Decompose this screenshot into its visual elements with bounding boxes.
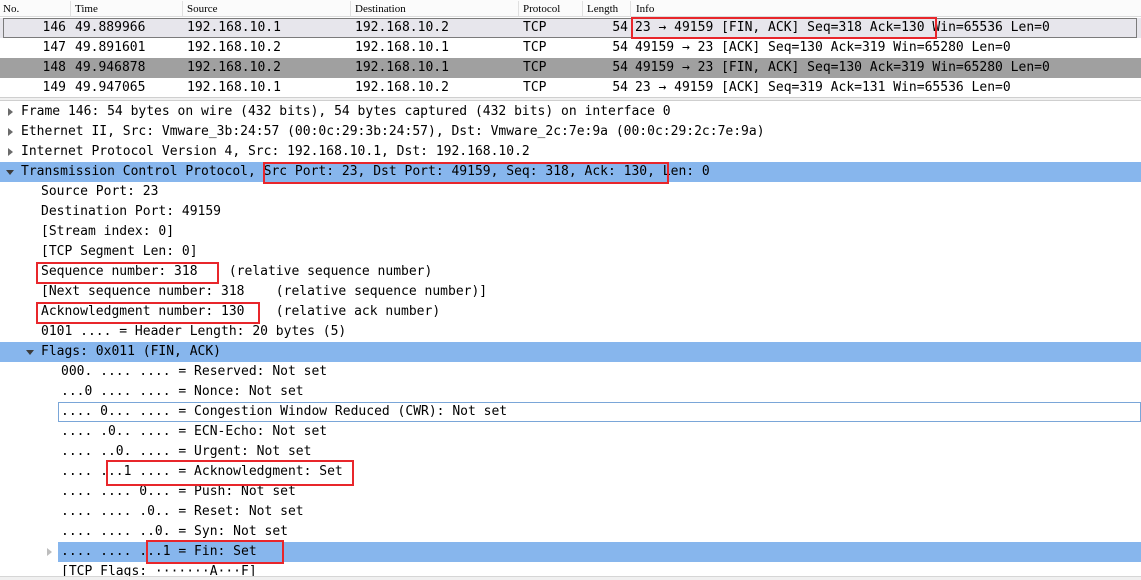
packet-destination: 192.168.10.2 [355, 80, 449, 95]
column-header-source[interactable]: Source [187, 3, 218, 15]
expand-arrow-icon[interactable] [47, 548, 52, 556]
tree-item-flag-syn[interactable]: .... .... ..0. = Syn: Not set [0, 522, 1141, 542]
tree-item-flag-cwr[interactable]: .... 0... .... = Congestion Window Reduc… [0, 402, 1141, 422]
tree-item-source-port[interactable]: Source Port: 23 [0, 182, 1141, 202]
column-header-length[interactable]: Length [587, 3, 618, 15]
tree-item-label: 0101 .... = Header Length: 20 bytes (5) [41, 324, 347, 339]
tree-item-label: [TCP Segment Len: 0] [41, 244, 198, 259]
tree-item-label: .... .... .0.. = Reset: Not set [61, 504, 304, 519]
packet-list-header: No. Time Source Destination Protocol Len… [0, 0, 1141, 17]
tree-item-label: .... .... 0... = Push: Not set [61, 484, 296, 499]
packet-length: 54 [612, 20, 628, 35]
tree-item-frame[interactable]: Frame 146: 54 bytes on wire (432 bits), … [0, 102, 1141, 122]
horizontal-scrollbar[interactable] [0, 576, 1141, 580]
packet-protocol: TCP [523, 20, 547, 35]
expand-arrow-icon[interactable] [8, 148, 13, 156]
tree-item-label: [Stream index: 0] [41, 224, 175, 239]
tree-item-label: Internet Protocol Version 4, Src: 192.16… [21, 144, 530, 159]
packet-destination: 192.168.10.2 [355, 20, 449, 35]
packet-protocol: TCP [523, 40, 547, 55]
packet-length: 54 [612, 60, 628, 75]
tree-item-ack-number[interactable]: Acknowledgment number: 130 (relative ack… [0, 302, 1141, 322]
packet-no: 149 [42, 80, 66, 95]
pane-splitter[interactable] [0, 97, 1141, 101]
tree-item-label: Source Port: 23 [41, 184, 159, 199]
tree-item-label: Ethernet II, Src: Vmware_3b:24:57 (00:0c… [21, 124, 765, 139]
packet-protocol: TCP [523, 60, 547, 75]
tree-item-flag-nonce[interactable]: ...0 .... .... = Nonce: Not set [0, 382, 1141, 402]
tree-item-flag-ecn[interactable]: .... .0.. .... = ECN-Echo: Not set [0, 422, 1141, 442]
column-header-time[interactable]: Time [75, 3, 98, 15]
tree-item-flag-push[interactable]: .... .... 0... = Push: Not set [0, 482, 1141, 502]
tree-item-label: .... ...1 .... = Acknowledgment: Set [61, 464, 343, 479]
packet-no: 146 [42, 20, 66, 35]
tree-item-flag-fin[interactable]: .... .... ...1 = Fin: Set [0, 542, 1141, 562]
packet-info: 49159 → 23 [ACK] Seq=130 Ack=319 Win=652… [635, 40, 1011, 55]
packet-row[interactable]: 147 49.891601 192.168.10.2 192.168.10.1 … [0, 38, 1141, 58]
packet-source: 192.168.10.1 [187, 20, 281, 35]
tree-item-label: Acknowledgment number: 130 (relative ack… [41, 304, 441, 319]
tree-item-label: .... 0... .... = Congestion Window Reduc… [61, 404, 508, 419]
tree-item-label: Frame 146: 54 bytes on wire (432 bits), … [21, 104, 671, 119]
collapse-arrow-icon[interactable] [6, 170, 14, 175]
packet-time: 49.947065 [75, 80, 146, 95]
packet-info: 23 → 49159 [FIN, ACK] Seq=318 Ack=130 Wi… [635, 20, 1050, 35]
tree-item-label: .... .0.. .... = ECN-Echo: Not set [61, 424, 328, 439]
packet-list: No. Time Source Destination Protocol Len… [0, 0, 1141, 98]
packet-destination: 192.168.10.1 [355, 40, 449, 55]
packet-row[interactable]: 149 49.947065 192.168.10.1 192.168.10.2 … [0, 78, 1141, 97]
tree-item-destination-port[interactable]: Destination Port: 49159 [0, 202, 1141, 222]
tree-item-ip[interactable]: Internet Protocol Version 4, Src: 192.16… [0, 142, 1141, 162]
tree-item-flag-urgent[interactable]: .... ..0. .... = Urgent: Not set [0, 442, 1141, 462]
tree-item-ethernet[interactable]: Ethernet II, Src: Vmware_3b:24:57 (00:0c… [0, 122, 1141, 142]
collapse-arrow-icon[interactable] [26, 350, 34, 355]
tree-item-label: .... .... ...1 = Fin: Set [61, 544, 257, 559]
packet-time: 49.946878 [75, 60, 146, 75]
tree-item-label: Destination Port: 49159 [41, 204, 222, 219]
packet-source: 192.168.10.2 [187, 60, 281, 75]
tree-item-label: Flags: 0x011 (FIN, ACK) [41, 344, 222, 359]
tree-item-label: .... .... ..0. = Syn: Not set [61, 524, 288, 539]
tree-item-label: Transmission Control Protocol, Src Port:… [21, 164, 710, 179]
expand-arrow-icon[interactable] [8, 128, 13, 136]
packet-time: 49.891601 [75, 40, 146, 55]
tree-item-label: 000. .... .... = Reserved: Not set [61, 364, 328, 379]
tree-item-header-length[interactable]: 0101 .... = Header Length: 20 bytes (5) [0, 322, 1141, 342]
packet-destination: 192.168.10.1 [355, 60, 449, 75]
tree-item-flag-reset[interactable]: .... .... .0.. = Reset: Not set [0, 502, 1141, 522]
expand-arrow-icon[interactable] [8, 108, 13, 116]
packet-protocol: TCP [523, 80, 547, 95]
tree-item-label: ...0 .... .... = Nonce: Not set [61, 384, 304, 399]
tree-item-flag-ack[interactable]: .... ...1 .... = Acknowledgment: Set [0, 462, 1141, 482]
column-header-no[interactable]: No. [3, 3, 19, 15]
packet-time: 49.889966 [75, 20, 146, 35]
tree-item-segment-len[interactable]: [TCP Segment Len: 0] [0, 242, 1141, 262]
tree-item-tcp[interactable]: Transmission Control Protocol, Src Port:… [0, 162, 1141, 182]
column-header-destination[interactable]: Destination [355, 3, 406, 15]
tree-item-flag-reserved[interactable]: 000. .... .... = Reserved: Not set [0, 362, 1141, 382]
tree-item-label: [Next sequence number: 318 (relative seq… [41, 284, 488, 299]
tree-item-stream-index[interactable]: [Stream index: 0] [0, 222, 1141, 242]
tree-item-label: .... ..0. .... = Urgent: Not set [61, 444, 312, 459]
tree-item-label: Sequence number: 318 (relative sequence … [41, 264, 433, 279]
column-header-protocol[interactable]: Protocol [523, 3, 560, 15]
tree-item-next-sequence-number[interactable]: [Next sequence number: 318 (relative seq… [0, 282, 1141, 302]
packet-details-tree: Frame 146: 54 bytes on wire (432 bits), … [0, 102, 1141, 580]
tree-item-flags[interactable]: Flags: 0x011 (FIN, ACK) [0, 342, 1141, 362]
packet-row[interactable]: 148 49.946878 192.168.10.2 192.168.10.1 … [0, 58, 1141, 78]
packet-source: 192.168.10.1 [187, 80, 281, 95]
packet-info: 23 → 49159 [ACK] Seq=319 Ack=131 Win=655… [635, 80, 1011, 95]
packet-row[interactable]: 146 49.889966 192.168.10.1 192.168.10.2 … [0, 18, 1141, 38]
packet-no: 147 [42, 40, 66, 55]
packet-length: 54 [612, 40, 628, 55]
packet-source: 192.168.10.2 [187, 40, 281, 55]
packet-info: 49159 → 23 [FIN, ACK] Seq=130 Ack=319 Wi… [635, 60, 1050, 75]
packet-length: 54 [612, 80, 628, 95]
tree-item-sequence-number[interactable]: Sequence number: 318 (relative sequence … [0, 262, 1141, 282]
column-header-info[interactable]: Info [636, 3, 654, 15]
packet-no: 148 [42, 60, 66, 75]
